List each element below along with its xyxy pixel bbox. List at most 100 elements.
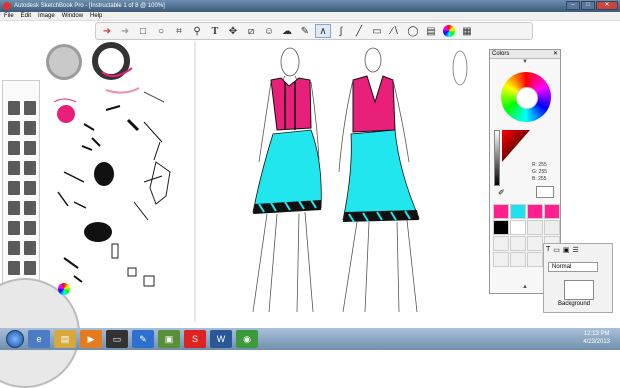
swatch[interactable] <box>510 252 526 267</box>
brush-stamp-icon[interactable] <box>24 241 36 255</box>
undo-icon[interactable]: ➜ <box>99 24 115 38</box>
media-player-icon[interactable]: ▶ <box>80 330 102 348</box>
swatch[interactable] <box>527 204 543 219</box>
menu-file[interactable]: File <box>4 13 14 19</box>
b-label: B: <box>532 176 537 182</box>
brush-hardeaser-icon[interactable] <box>24 181 36 195</box>
brush-stroke-samples <box>53 67 171 287</box>
stroke-icon[interactable]: ∫ <box>333 24 349 38</box>
blend-mode-select[interactable]: Normal <box>548 262 598 272</box>
swatch[interactable] <box>527 220 543 235</box>
brush-icon[interactable]: ✎ <box>297 24 313 38</box>
brush-charcoal-icon[interactable] <box>8 221 20 235</box>
menu-help[interactable]: Help <box>90 13 102 19</box>
menu-image[interactable]: Image <box>38 13 55 19</box>
layer-name[interactable]: Background <box>558 301 590 307</box>
r-label: R: <box>532 162 537 168</box>
maximize-button[interactable]: □ <box>581 1 595 10</box>
crop-icon[interactable]: ⌗ <box>171 24 187 38</box>
brush-palette-icon[interactable]: ▦ <box>459 24 475 38</box>
brush-crayon-icon[interactable] <box>24 221 36 235</box>
start-button[interactable] <box>6 330 24 348</box>
right-figure <box>338 47 420 313</box>
colors-close-button[interactable]: ✕ <box>553 50 558 59</box>
swatch[interactable] <box>493 252 509 267</box>
menu-edit[interactable]: Edit <box>21 13 31 19</box>
zoom-icon[interactable]: ⚲ <box>189 24 205 38</box>
swatch[interactable] <box>493 236 509 251</box>
rect-icon[interactable]: ▭ <box>369 24 385 38</box>
sketchbook-icon[interactable]: ✎ <box>132 330 154 348</box>
terminal-icon[interactable]: ▭ <box>106 330 128 348</box>
brush-pencil-icon[interactable] <box>8 101 20 115</box>
colors-panel-title: Colors <box>492 51 510 57</box>
saturation-triangle[interactable] <box>502 130 530 162</box>
curve-icon[interactable]: ∧ <box>315 24 331 38</box>
layers-panel: T ▭ ▣ ☰ Normal Background <box>543 243 613 313</box>
app-s-icon[interactable]: S <box>184 330 206 348</box>
layer-options-icon[interactable]: ☰ <box>573 246 579 254</box>
word-icon[interactable]: W <box>210 330 232 348</box>
shape-icon[interactable]: ☁ <box>279 24 295 38</box>
swatch[interactable] <box>544 204 560 219</box>
swatch[interactable] <box>493 220 509 235</box>
brush-custom2-icon[interactable] <box>24 261 36 275</box>
app-icon <box>3 2 11 10</box>
layer-thumbnail[interactable] <box>564 280 594 300</box>
layer-image-icon[interactable]: ▣ <box>563 246 570 254</box>
drawing-canvas[interactable] <box>193 42 488 322</box>
b-value: 255 <box>538 176 547 182</box>
r-value: 255 <box>538 162 547 168</box>
eyedropper-icon[interactable]: ✐ <box>498 188 505 197</box>
swatch[interactable] <box>493 204 509 219</box>
select-rect-icon[interactable]: □ <box>135 24 151 38</box>
brush-chisel-icon[interactable] <box>8 201 20 215</box>
move-icon[interactable]: ✥ <box>225 24 241 38</box>
menu-window[interactable]: Window <box>62 13 83 19</box>
system-clock[interactable]: 12:13 PM 4/23/2013 <box>583 330 610 346</box>
image-viewer-icon[interactable]: ▣ <box>158 330 180 348</box>
text-layer-icon[interactable]: T <box>546 246 550 254</box>
swatch[interactable] <box>527 252 543 267</box>
brush-texture-icon[interactable] <box>8 241 20 255</box>
taskbar: e ▤ ▶ ▭ ✎ ▣ S W ◉ 12:13 PM 4/23/2013 <box>0 328 620 350</box>
window-title: Autodesk SketchBook Pro - [Instructable … <box>14 3 165 9</box>
swatch[interactable] <box>544 220 560 235</box>
color-wheel[interactable] <box>501 72 551 122</box>
main-toolbar: ➜ ➜ □ ○ ⌗ ⚲ T ✥ ⧄ ☺ ☁ ✎ ∧ ∫ ╱ ▭ ∕∖ ◯ ▤ ▦ <box>95 22 533 40</box>
line-icon[interactable]: ╱ <box>351 24 367 38</box>
brush-pen-icon[interactable] <box>24 101 36 115</box>
close-button[interactable]: ✕ <box>596 1 618 10</box>
ie-icon[interactable]: e <box>28 330 50 348</box>
lasso-icon[interactable]: ○ <box>153 24 169 38</box>
minimize-button[interactable]: – <box>566 1 580 10</box>
brush-smudge-icon[interactable] <box>8 161 20 175</box>
explorer-icon[interactable]: ▤ <box>54 330 76 348</box>
clock-time: 12:13 PM <box>583 331 610 337</box>
ruler-icon[interactable]: ⧄ <box>243 24 259 38</box>
brush-ink-icon[interactable] <box>8 141 20 155</box>
swatch[interactable] <box>510 236 526 251</box>
swatch[interactable] <box>510 204 526 219</box>
ellipse-icon[interactable]: ◯ <box>405 24 421 38</box>
text-icon[interactable]: T <box>207 24 223 38</box>
brush-fill-icon[interactable] <box>24 201 36 215</box>
g-label: G: <box>532 169 538 175</box>
color-wheel-icon[interactable] <box>441 24 457 38</box>
brush-custom-icon[interactable] <box>8 261 20 275</box>
polyline-icon[interactable]: ∕∖ <box>387 24 403 38</box>
brush-blur-icon[interactable] <box>24 161 36 175</box>
brush-marker-icon[interactable] <box>8 121 20 135</box>
redo-icon[interactable]: ➜ <box>117 24 133 38</box>
brush-airbrush-icon[interactable] <box>24 121 36 135</box>
swatch[interactable] <box>527 236 543 251</box>
brush-eraser-icon[interactable] <box>8 181 20 195</box>
swatch[interactable] <box>510 220 526 235</box>
colors-collapse-icon[interactable]: ▼ <box>490 59 560 66</box>
brush-paint-icon[interactable] <box>24 141 36 155</box>
add-layer-icon[interactable]: ▭ <box>553 246 560 254</box>
luminance-slider[interactable] <box>494 130 500 186</box>
layer-icon[interactable]: ▤ <box>423 24 439 38</box>
symmetry-icon[interactable]: ☺ <box>261 24 277 38</box>
chrome-icon[interactable]: ◉ <box>236 330 258 348</box>
